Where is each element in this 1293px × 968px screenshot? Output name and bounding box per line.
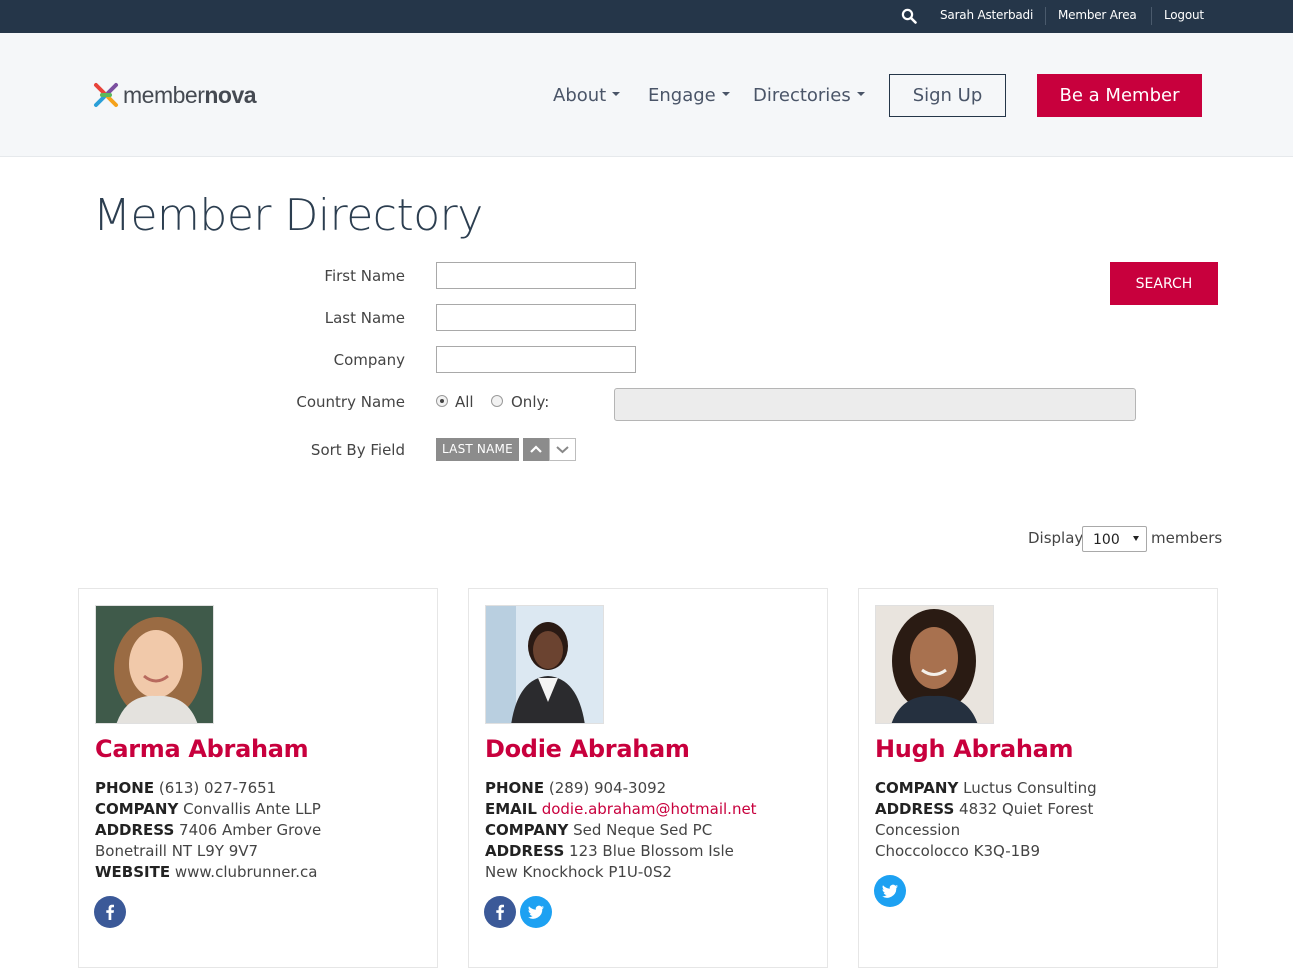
logout-link[interactable]: Logout (1164, 8, 1204, 22)
member-photo[interactable] (95, 605, 214, 724)
address-line: ADDRESS 4832 Quiet Forest (875, 800, 1094, 818)
country-only-label: Only: (511, 393, 550, 411)
email-link[interactable]: dodie.abraham@hotmail.net (542, 800, 757, 818)
address-line-2: Concession (875, 821, 961, 839)
display-count-value: 100 (1093, 532, 1120, 548)
address-line: ADDRESS 123 Blue Blossom Isle (485, 842, 734, 860)
sign-up-button[interactable]: Sign Up (889, 74, 1006, 117)
nav-engage[interactable]: Engage (648, 85, 730, 106)
member-photo[interactable] (485, 605, 604, 724)
member-area-link[interactable]: Member Area (1058, 8, 1137, 22)
member-name[interactable]: Hugh Abraham (875, 735, 1074, 763)
top-utility-bar: Sarah Asterbadi Member Area Logout (0, 0, 1293, 33)
search-button[interactable]: SEARCH (1110, 262, 1218, 305)
be-a-member-button[interactable]: Be a Member (1037, 74, 1202, 117)
member-details: PHONE (289) 904-3092 EMAIL dodie.abraham… (485, 778, 757, 883)
member-details: COMPANY Luctus Consulting ADDRESS 4832 Q… (875, 778, 1097, 862)
page-title: Member Directory (93, 190, 483, 241)
country-name-label: Country Name (296, 393, 405, 411)
address-line-3: Choccolocco K3Q-1B9 (875, 842, 1041, 860)
company-label: Company (333, 351, 405, 369)
company-line: COMPANY Luctus Consulting (875, 779, 1097, 797)
sort-field-select[interactable]: LAST NAME (436, 438, 519, 461)
sort-descending-button[interactable] (549, 438, 576, 461)
facebook-icon[interactable] (94, 896, 126, 928)
display-label: Display (1028, 529, 1084, 547)
chevron-up-icon (530, 445, 542, 453)
phone-line: PHONE (613) 027-7651 (95, 779, 277, 797)
member-card: Hugh Abraham COMPANY Luctus Consulting A… (858, 588, 1218, 968)
member-details: PHONE (613) 027-7651 COMPANY Convallis A… (95, 778, 321, 883)
country-all-radio[interactable] (436, 395, 448, 407)
last-name-label: Last Name (324, 309, 405, 327)
address-line-2: New Knockhock P1U-0S2 (485, 863, 672, 881)
sort-by-field-label: Sort By Field (310, 441, 405, 459)
nav-about[interactable]: About (553, 85, 621, 106)
caret-down-icon (721, 92, 730, 96)
phone-line: PHONE (289) 904-3092 (485, 779, 667, 797)
membernova-logo-icon (94, 83, 118, 107)
display-count-select[interactable]: 100 (1082, 526, 1147, 552)
country-select[interactable] (614, 388, 1136, 421)
site-header: membernova About Engage Directories Sign… (0, 33, 1293, 157)
dropdown-arrow-icon (1133, 536, 1139, 541)
company-line: COMPANY Sed Neque Sed PC (485, 821, 713, 839)
members-label: members (1151, 529, 1223, 547)
company-line: COMPANY Convallis Ante LLP (95, 800, 321, 818)
logo-wordmark: membernova (123, 82, 257, 108)
first-name-label: First Name (324, 267, 405, 285)
company-input[interactable] (436, 346, 636, 373)
user-name-link[interactable]: Sarah Asterbadi (940, 8, 1033, 22)
member-name[interactable]: Carma Abraham (95, 735, 309, 763)
member-name[interactable]: Dodie Abraham (485, 735, 690, 763)
facebook-icon[interactable] (484, 896, 516, 928)
chevron-down-icon (556, 446, 569, 454)
country-all-label: All (455, 393, 474, 411)
country-only-radio[interactable] (491, 395, 503, 407)
nav-directories[interactable]: Directories (753, 85, 865, 106)
divider (1045, 7, 1046, 25)
member-card: Carma Abraham PHONE (613) 027-7651 COMPA… (78, 588, 438, 968)
twitter-icon[interactable] (520, 896, 552, 928)
email-line: EMAIL dodie.abraham@hotmail.net (485, 800, 757, 818)
member-card: Dodie Abraham PHONE (289) 904-3092 EMAIL… (468, 588, 828, 968)
address-line: ADDRESS 7406 Amber Grove (95, 821, 322, 839)
first-name-input[interactable] (436, 262, 636, 289)
caret-down-icon (612, 92, 621, 96)
divider (1151, 7, 1152, 25)
twitter-icon[interactable] (874, 875, 906, 907)
caret-down-icon (856, 92, 865, 96)
member-photo[interactable] (875, 605, 994, 724)
sort-ascending-button[interactable] (523, 438, 549, 461)
address-line-2: Bonetraill NT L9Y 9V7 (95, 842, 259, 860)
search-icon[interactable] (901, 8, 917, 24)
last-name-input[interactable] (436, 304, 636, 331)
website-line: WEBSITE www.clubrunner.ca (95, 863, 318, 881)
